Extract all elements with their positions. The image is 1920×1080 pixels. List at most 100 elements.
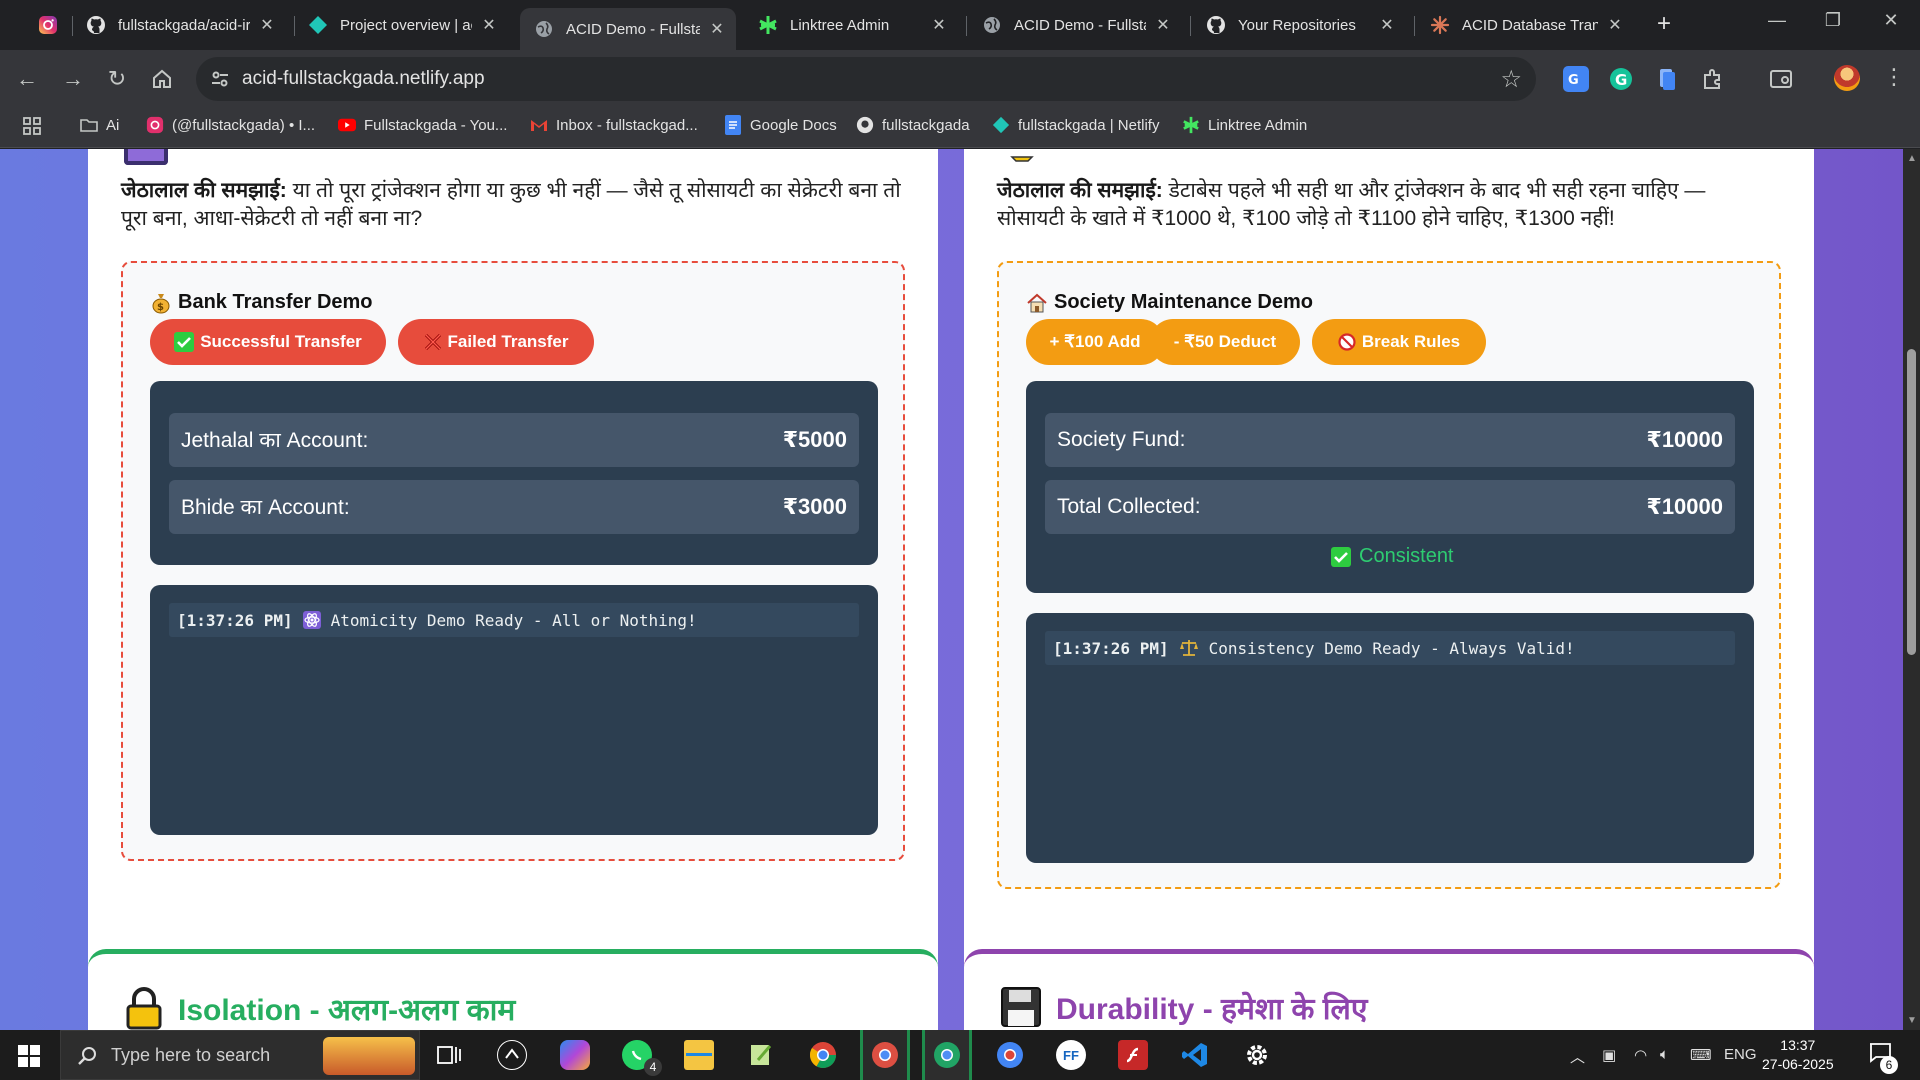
button-label: Successful Transfer xyxy=(200,332,362,351)
back-icon[interactable]: ← xyxy=(12,64,42,94)
close-icon[interactable]: ✕ xyxy=(480,15,498,35)
copilot-icon[interactable] xyxy=(560,1040,590,1070)
tray-overflow-icon[interactable]: ︿ xyxy=(1570,1046,1585,1067)
close-icon[interactable]: ✕ xyxy=(930,15,948,35)
github-icon xyxy=(86,15,106,35)
wifi-icon[interactable]: ◠ xyxy=(1634,1046,1647,1064)
bookmark-linktree[interactable]: Linktree Admin xyxy=(1182,116,1307,134)
bookmark-star-icon[interactable]: ☆ xyxy=(1500,65,1522,94)
notepad-plus-icon[interactable] xyxy=(746,1040,776,1070)
docs-icon xyxy=(724,115,742,135)
account-label: Bhide का Account: xyxy=(181,496,350,519)
task-view-icon[interactable] xyxy=(434,1040,464,1070)
new-tab-button[interactable]: + xyxy=(1652,12,1676,38)
linktree-icon xyxy=(758,15,778,35)
tab-instagram[interactable] xyxy=(24,8,76,42)
app-icon-linear[interactable] xyxy=(497,1040,527,1070)
grammarly-icon[interactable]: G xyxy=(1608,66,1634,92)
google-translate-icon[interactable]: G xyxy=(1563,66,1589,92)
log-timestamp: [1:37:26 PM] xyxy=(177,610,293,630)
bookmark-github[interactable]: fullstackgada xyxy=(856,116,970,134)
close-icon[interactable]: ✕ xyxy=(1378,15,1396,35)
explain-label: जेठालाल की समझाई: xyxy=(997,179,1163,202)
bookmark-label: fullstackgada xyxy=(882,116,970,134)
tray-device-icon[interactable]: ▣ xyxy=(1602,1046,1616,1064)
notifications-badge: 6 xyxy=(1880,1056,1898,1074)
taskbar-clock[interactable]: 13:37 27-06-2025 xyxy=(1762,1036,1834,1074)
reload-icon[interactable]: ↻ xyxy=(102,64,132,94)
scrollbar-thumb[interactable] xyxy=(1907,349,1916,655)
apps-grid-icon[interactable] xyxy=(22,116,42,136)
side-panel-icon[interactable] xyxy=(1768,66,1794,92)
forward-icon[interactable]: → xyxy=(58,64,88,94)
tab-title: ACID Demo - Fullsta xyxy=(1014,16,1146,34)
tab-title: Project overview | ac xyxy=(340,16,472,34)
taskbar-search[interactable]: Type here to search xyxy=(60,1030,420,1080)
close-icon[interactable]: ✕ xyxy=(1606,15,1624,35)
extensions-puzzle-icon[interactable] xyxy=(1700,66,1726,92)
language-indicator[interactable]: ENG xyxy=(1724,1046,1757,1063)
chrome-icon[interactable] xyxy=(808,1040,838,1070)
file-explorer-icon[interactable] xyxy=(684,1040,714,1070)
atomicity-header-icon xyxy=(124,149,168,165)
tab-acid-demo-active[interactable]: ACID Demo - Fullsta ✕ xyxy=(520,8,736,50)
home-icon[interactable] xyxy=(147,64,177,94)
bookmark-label: Linktree Admin xyxy=(1208,116,1308,134)
vscode-icon[interactable] xyxy=(1180,1040,1210,1070)
flash-icon[interactable] xyxy=(1118,1040,1148,1070)
profile-avatar[interactable] xyxy=(1834,65,1860,91)
restore-icon[interactable]: ❐ xyxy=(1818,10,1848,31)
close-icon[interactable]: ✕ xyxy=(708,19,726,39)
deduct-50-button[interactable]: - ₹50 Deduct xyxy=(1150,319,1300,365)
button-label: + ₹100 Add xyxy=(1049,332,1141,351)
consistency-log-panel: [1:37:26 PM] Consistency Demo Ready - Al… xyxy=(1026,613,1754,863)
close-icon[interactable]: ✕ xyxy=(1154,15,1172,35)
windows-start-icon[interactable] xyxy=(18,1045,40,1067)
minimize-icon[interactable]: — xyxy=(1762,10,1792,31)
tab-title: ACID Database Trans xyxy=(1462,16,1598,34)
settings-gear-icon[interactable] xyxy=(1242,1040,1272,1070)
menu-kebab-icon[interactable]: ⋮ xyxy=(1883,64,1905,90)
bookmark-youtube[interactable]: Fullstackgada - You... xyxy=(338,116,507,134)
tab-github-acid[interactable]: fullstackgada/acid-ir ✕ xyxy=(72,8,286,42)
scroll-down-icon[interactable]: ▼ xyxy=(1907,1015,1917,1026)
tab-linktree[interactable]: Linktree Admin ✕ xyxy=(744,8,958,42)
close-icon[interactable]: ✕ xyxy=(258,15,276,35)
extension-docs-icon[interactable] xyxy=(1654,66,1680,92)
tab-netlify-project[interactable]: Project overview | ac ✕ xyxy=(294,8,508,42)
log-message: Atomicity Demo Ready - All or Nothing! xyxy=(330,610,697,630)
tab-your-repositories[interactable]: Your Repositories ✕ xyxy=(1192,8,1406,42)
bookmark-gmail[interactable]: Inbox - fullstackgad... xyxy=(530,116,698,134)
bookmark-ai-folder[interactable]: Ai xyxy=(80,116,119,134)
ime-icon[interactable]: ⌨︎ xyxy=(1690,1046,1712,1064)
tab-title: ACID Demo - Fullsta xyxy=(566,20,700,38)
bookmark-instagram[interactable]: (@fullstackgada) • I... xyxy=(146,116,315,134)
clock-date: 27-06-2025 xyxy=(1762,1056,1834,1072)
ffdec-icon[interactable]: FF xyxy=(1056,1040,1086,1070)
scroll-up-icon[interactable]: ▲ xyxy=(1907,153,1917,164)
chrome-profile-3-icon[interactable] xyxy=(995,1040,1025,1070)
tab-acid-database[interactable]: ACID Database Trans ✕ xyxy=(1416,8,1634,42)
button-label: Failed Transfer xyxy=(447,332,569,351)
windows-taskbar: Type here to search 4 FF ︿ ▣ ◠ 🔈︎ ⌨︎ ENG… xyxy=(0,1030,1920,1080)
lock-icon xyxy=(124,986,164,1030)
address-bar[interactable]: acid-fullstackgada.netlify.app ☆ xyxy=(196,57,1536,101)
site-settings-icon[interactable] xyxy=(210,69,230,89)
bookmark-netlify[interactable]: fullstackgada | Netlify xyxy=(992,116,1159,134)
break-rules-button[interactable]: Break Rules xyxy=(1312,319,1486,365)
tab-acid-demo-2[interactable]: ACID Demo - Fullsta ✕ xyxy=(968,8,1182,42)
window-close-icon[interactable]: ✕ xyxy=(1876,10,1906,31)
page-scrollbar[interactable]: ▲ ▼ xyxy=(1903,149,1920,1030)
tab-title: Your Repositories xyxy=(1238,16,1356,34)
add-100-button[interactable]: + ₹100 Add xyxy=(1026,319,1164,365)
netlify-icon xyxy=(992,116,1010,134)
log-entry: [1:37:26 PM] Atomicity Demo Ready - All … xyxy=(169,603,859,637)
successful-transfer-button[interactable]: Successful Transfer xyxy=(150,319,386,365)
atomicity-log-panel: [1:37:26 PM] Atomicity Demo Ready - All … xyxy=(150,585,878,835)
failed-transfer-button[interactable]: Failed Transfer xyxy=(398,319,594,365)
youtube-icon xyxy=(338,116,356,134)
bookmark-google-docs[interactable]: Google Docs xyxy=(724,115,837,135)
bookmark-label: fullstackgada | Netlify xyxy=(1018,116,1160,134)
volume-icon[interactable]: 🔈︎ xyxy=(1660,1046,1669,1063)
linktree-icon xyxy=(1182,116,1200,134)
